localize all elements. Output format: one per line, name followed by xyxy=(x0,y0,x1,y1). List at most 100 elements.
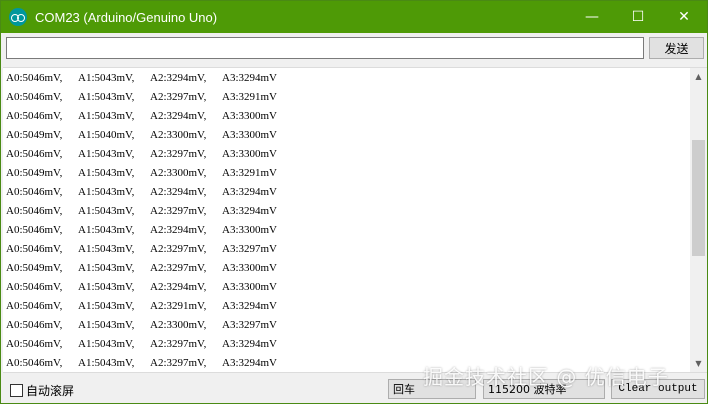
reading-a1: A1:5043mV, xyxy=(78,262,135,274)
output-line: A0:5046mV, A1:5043mV, A2:3297mV, A3:3294mV xyxy=(6,202,686,221)
output-lines: A0:5046mV, A1:5043mV, A2:3294mV, A3:3294mV A… xyxy=(6,69,686,372)
reading-a1: A1:5043mV, xyxy=(78,186,135,198)
reading-a2: A2:3294mV, xyxy=(150,281,207,293)
reading-a2: A2:3297mV, xyxy=(150,205,207,217)
title-bar[interactable]: COM23 (Arduino/Genuino Uno) — ☐ ✕ xyxy=(1,1,707,33)
reading-a1: A1:5043mV, xyxy=(78,72,135,84)
output-line: A0:5046mV, A1:5043mV, A2:3294mV, A3:3300mV xyxy=(6,107,686,126)
reading-a0: A0:5046mV, xyxy=(6,338,63,350)
reading-a3: A3:3300mV xyxy=(222,281,277,293)
serial-output[interactable]: A0:5046mV, A1:5043mV, A2:3294mV, A3:3294mV A… xyxy=(3,67,707,373)
reading-a1: A1:5043mV, xyxy=(78,167,135,179)
reading-a0: A0:5046mV, xyxy=(6,110,63,122)
arduino-logo-icon xyxy=(9,8,27,26)
reading-a3: A3:3300mV xyxy=(222,224,277,236)
reading-a1: A1:5043mV, xyxy=(78,300,135,312)
reading-a3: A3:3291mV xyxy=(222,167,277,179)
reading-a1: A1:5043mV, xyxy=(78,110,135,122)
reading-a0: A0:5046mV, xyxy=(6,148,63,160)
serial-monitor-window: COM23 (Arduino/Genuino Uno) — ☐ ✕ 发送 A0:… xyxy=(0,0,708,404)
reading-a3: A3:3294mV xyxy=(222,205,277,217)
reading-a3: A3:3294mV xyxy=(222,357,277,369)
reading-a0: A0:5046mV, xyxy=(6,319,63,331)
reading-a3: A3:3294mV xyxy=(222,186,277,198)
reading-a2: A2:3291mV, xyxy=(150,300,207,312)
output-line: A0:5046mV, A1:5043mV, A2:3294mV, A3:3294mV xyxy=(6,69,686,88)
autoscroll-label: 自动滚屏 xyxy=(26,384,75,398)
reading-a1: A1:5043mV, xyxy=(78,148,135,160)
maximize-button[interactable]: ☐ xyxy=(615,1,661,33)
reading-a1: A1:5043mV, xyxy=(78,205,135,217)
output-line: A0:5049mV, A1:5043mV, A2:3300mV, A3:3291mV xyxy=(6,164,686,183)
reading-a2: A2:3294mV, xyxy=(150,72,207,84)
reading-a0: A0:5049mV, xyxy=(6,167,63,179)
window-controls: — ☐ ✕ xyxy=(569,1,707,33)
reading-a2: A2:3297mV, xyxy=(150,243,207,255)
reading-a0: A0:5046mV, xyxy=(6,281,63,293)
send-row: 发送 xyxy=(1,33,707,63)
output-line: A0:5046mV, A1:5043mV, A2:3291mV, A3:3294mV xyxy=(6,297,686,316)
scroll-up-icon[interactable]: ▲ xyxy=(690,68,707,85)
reading-a0: A0:5046mV, xyxy=(6,300,63,312)
reading-a1: A1:5043mV, xyxy=(78,357,135,369)
reading-a2: A2:3297mV, xyxy=(150,148,207,160)
reading-a0: A0:5049mV, xyxy=(6,129,63,141)
reading-a1: A1:5043mV, xyxy=(78,319,135,331)
scrollbar-thumb[interactable] xyxy=(692,140,705,256)
autoscroll-toggle[interactable]: 自动滚屏 xyxy=(10,382,74,399)
reading-a1: A1:5043mV, xyxy=(78,91,135,103)
reading-a2: A2:3300mV, xyxy=(150,129,207,141)
reading-a1: A1:5043mV, xyxy=(78,243,135,255)
reading-a2: A2:3297mV, xyxy=(150,338,207,350)
reading-a2: A2:3294mV, xyxy=(150,186,207,198)
watermark-text: 掘金技术社区 @ 优信电子 xyxy=(423,365,669,389)
send-button[interactable]: 发送 xyxy=(649,37,704,59)
minimize-button[interactable]: — xyxy=(569,1,615,33)
reading-a2: A2:3300mV, xyxy=(150,167,207,179)
reading-a2: A2:3294mV, xyxy=(150,224,207,236)
output-line: A0:5046mV, A1:5043mV, A2:3294mV, A3:3300mV xyxy=(6,221,686,240)
reading-a3: A3:3300mV xyxy=(222,129,277,141)
reading-a2: A2:3294mV, xyxy=(150,110,207,122)
output-line: A0:5046mV, A1:5043mV, A2:3297mV, A3:3291mV xyxy=(6,88,686,107)
reading-a3: A3:3300mV xyxy=(222,262,277,274)
reading-a2: A2:3297mV, xyxy=(150,91,207,103)
reading-a3: A3:3297mV xyxy=(222,319,277,331)
reading-a3: A3:3294mV xyxy=(222,300,277,312)
output-line: A0:5046mV, A1:5043mV, A2:3300mV, A3:3297mV xyxy=(6,316,686,335)
reading-a3: A3:3297mV xyxy=(222,243,277,255)
reading-a1: A1:5040mV, xyxy=(78,129,135,141)
scroll-down-icon[interactable]: ▼ xyxy=(690,355,707,372)
reading-a0: A0:5046mV, xyxy=(6,243,63,255)
output-line: A0:5046mV, A1:5043mV, A2:3297mV, A3:3297mV xyxy=(6,240,686,259)
output-line: A0:5046mV, A1:5043mV, A2:3294mV, A3:3300mV xyxy=(6,278,686,297)
output-line: A0:5046mV, A1:5043mV, A2:3297mV, A3:3294mV xyxy=(6,335,686,354)
vertical-scrollbar[interactable]: ▲ ▼ xyxy=(690,68,707,372)
reading-a0: A0:5049mV, xyxy=(6,262,63,274)
output-line: A0:5046mV, A1:5043mV, A2:3297mV, A3:3300mV xyxy=(6,145,686,164)
reading-a1: A1:5043mV, xyxy=(78,281,135,293)
reading-a3: A3:3294mV xyxy=(222,72,277,84)
reading-a3: A3:3294mV xyxy=(222,338,277,350)
window-title: COM23 (Arduino/Genuino Uno) xyxy=(35,9,218,25)
reading-a0: A0:5046mV, xyxy=(6,205,63,217)
send-input[interactable] xyxy=(6,37,644,59)
output-line: A0:5046mV, A1:5043mV, A2:3294mV, A3:3294mV xyxy=(6,183,686,202)
reading-a3: A3:3300mV xyxy=(222,148,277,160)
reading-a1: A1:5043mV, xyxy=(78,224,135,236)
autoscroll-checkbox[interactable] xyxy=(10,384,23,397)
reading-a2: A2:3300mV, xyxy=(150,319,207,331)
reading-a0: A0:5046mV, xyxy=(6,186,63,198)
reading-a3: A3:3300mV xyxy=(222,110,277,122)
reading-a0: A0:5046mV, xyxy=(6,72,63,84)
output-line: A0:5049mV, A1:5040mV, A2:3300mV, A3:3300mV xyxy=(6,126,686,145)
reading-a0: A0:5046mV, xyxy=(6,91,63,103)
reading-a3: A3:3291mV xyxy=(222,91,277,103)
reading-a2: A2:3297mV, xyxy=(150,262,207,274)
reading-a1: A1:5043mV, xyxy=(78,338,135,350)
reading-a0: A0:5046mV, xyxy=(6,357,63,369)
output-line: A0:5049mV, A1:5043mV, A2:3297mV, A3:3300mV xyxy=(6,259,686,278)
reading-a2: A2:3297mV, xyxy=(150,357,207,369)
reading-a0: A0:5046mV, xyxy=(6,224,63,236)
close-button[interactable]: ✕ xyxy=(661,1,707,33)
